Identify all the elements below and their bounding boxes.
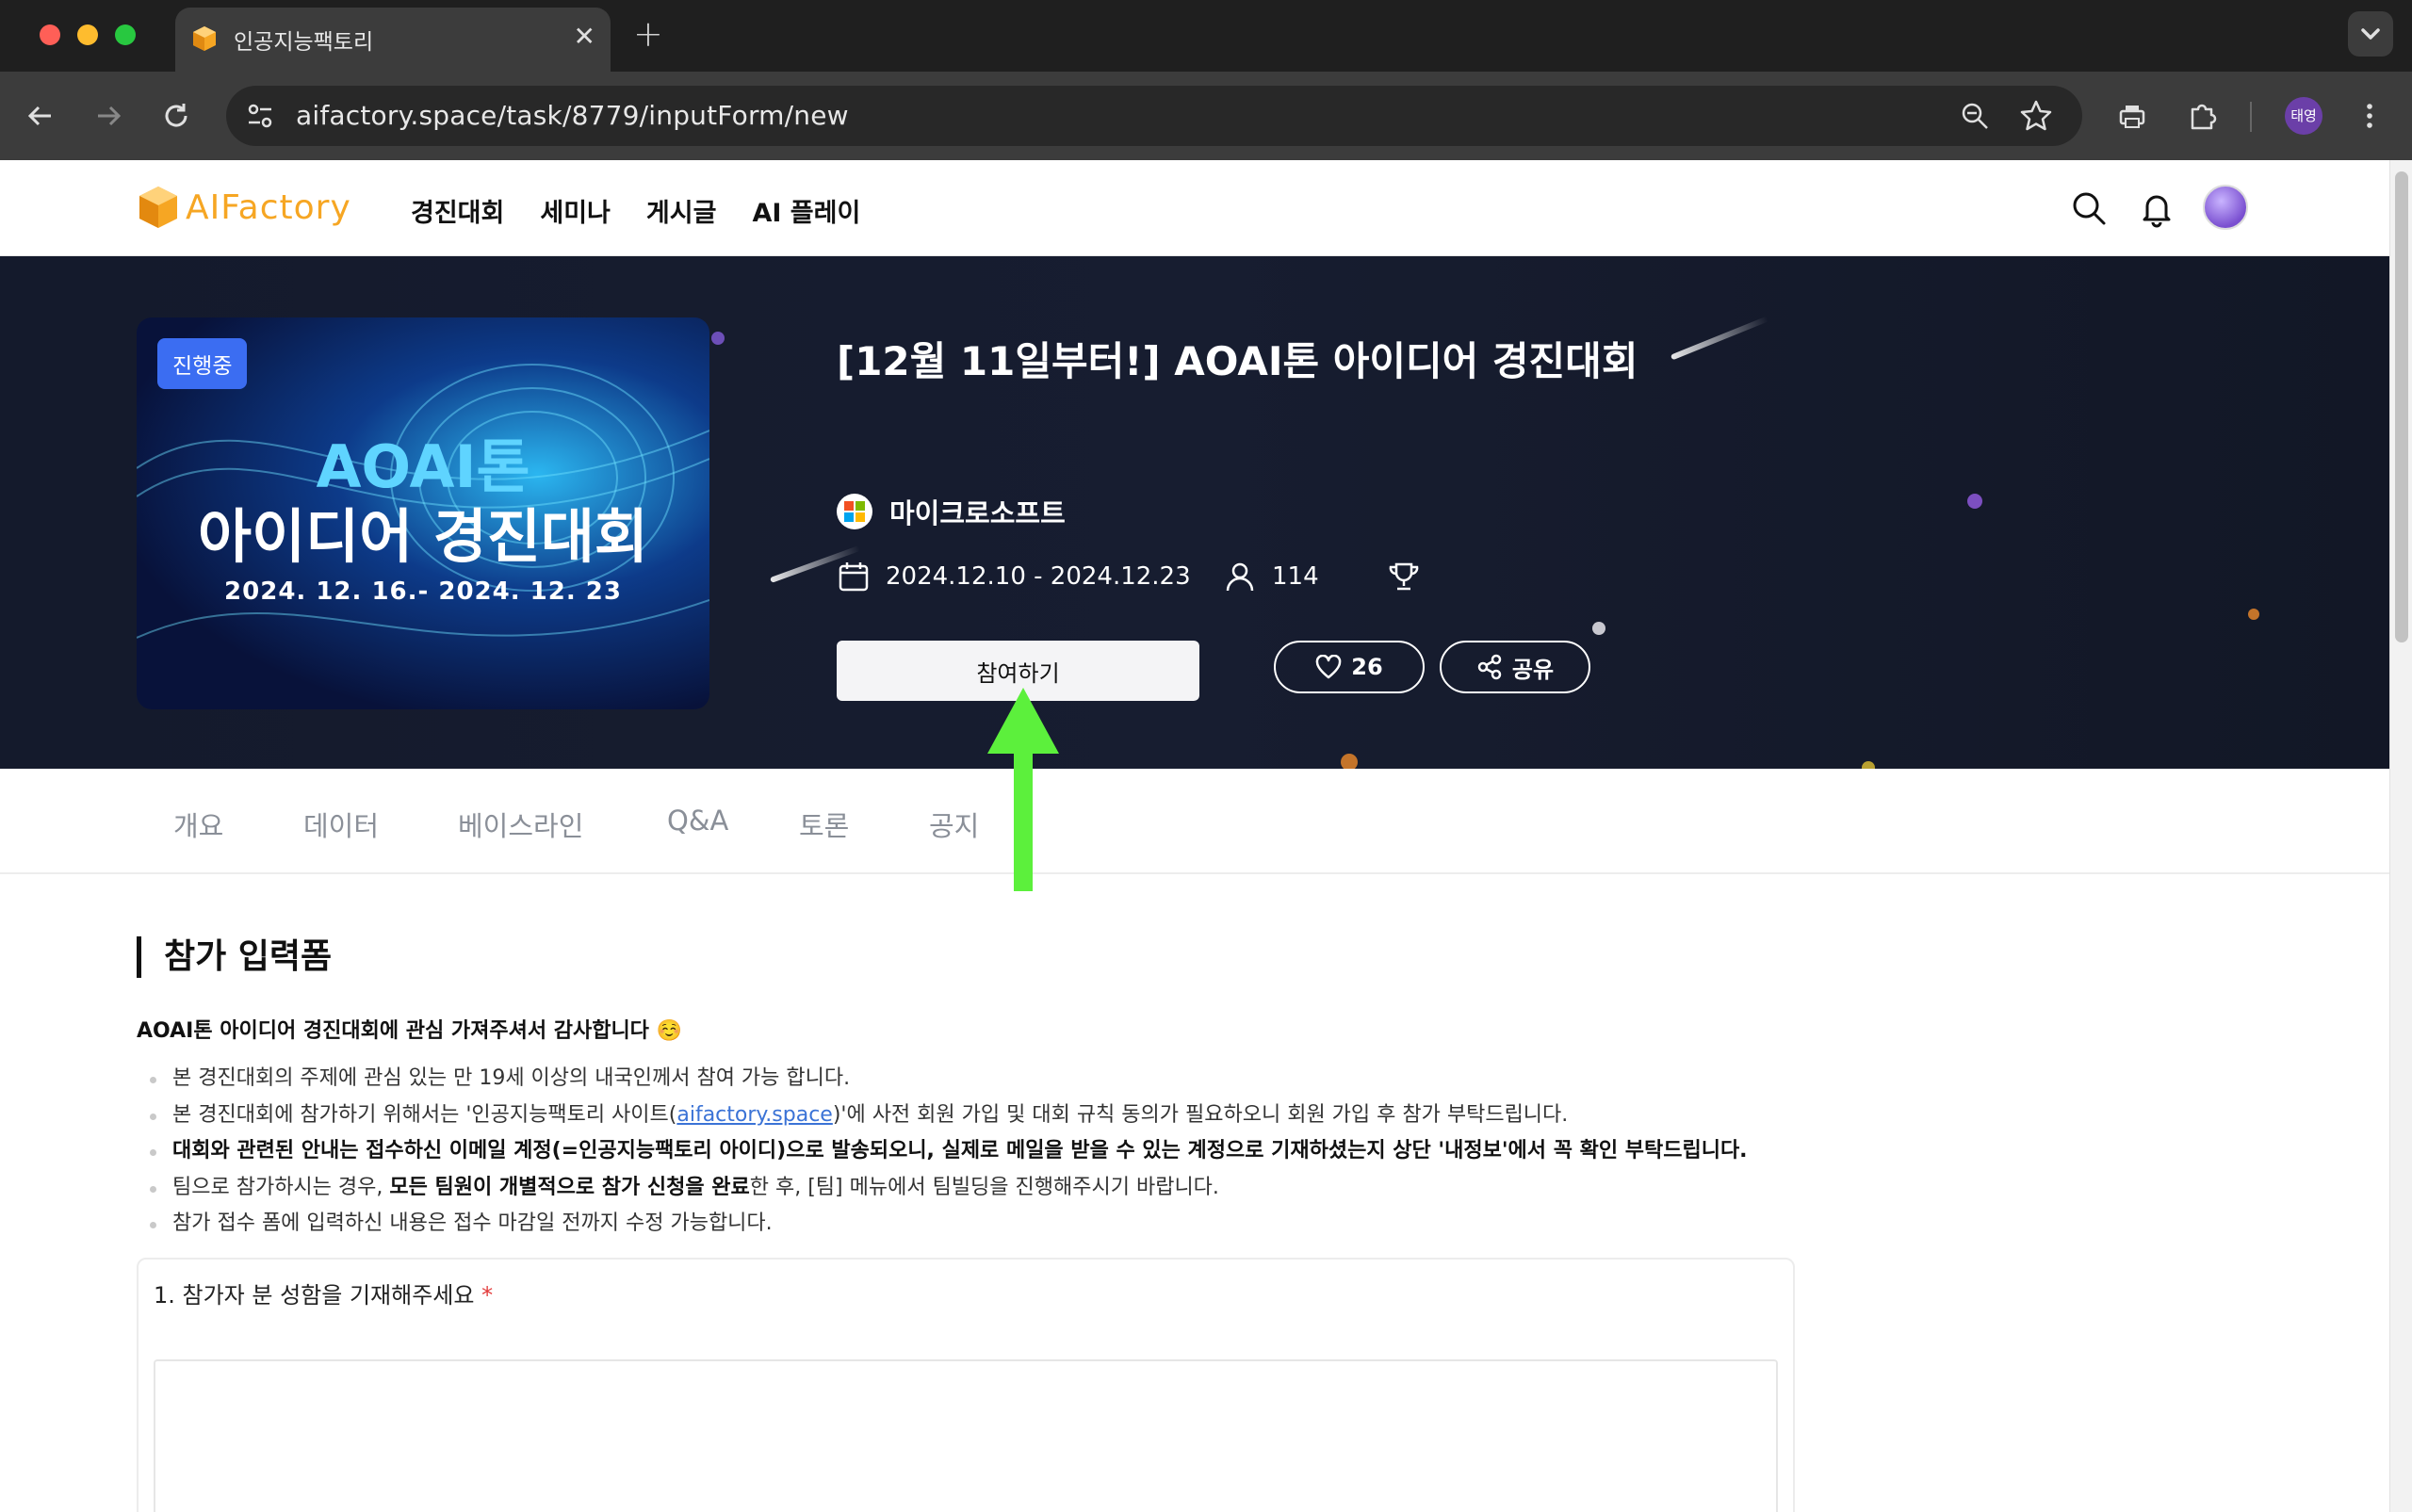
tab-baseline[interactable]: 베이스라인 (458, 805, 583, 844)
person-icon (1226, 562, 1254, 592)
browser-tab-strip: 인공지능팩토리 ✕ + (0, 0, 2412, 72)
list-item: 팀으로 참가하시는 경우, 모든 팀원이 개별적으로 참가 신청을 완료한 후,… (150, 1172, 1831, 1209)
microsoft-logo-icon (837, 494, 872, 529)
competition-poster: 진행중 AOAI톤 아이디어 경진대회 2024. 12. 16.- 2024.… (137, 317, 709, 709)
list-item: 참가 접수 폼에 입력하신 내용은 접수 마감일 전까지 수정 가능합니다. (150, 1208, 1831, 1244)
chevron-down-icon (2361, 28, 2380, 40)
tab-notice[interactable]: 공지 (929, 805, 979, 844)
notice-text: 본 경진대회에 참가하기 위해서는 '인공지능팩토리 사이트( (172, 1102, 677, 1127)
close-window-button[interactable] (40, 24, 60, 45)
notice-text: 팀으로 참가하시는 경우, (172, 1175, 390, 1199)
site-header: AIFactory 경진대회 세미나 게시글 AI 플레이 (0, 160, 2389, 256)
bell-icon[interactable] (2137, 188, 2176, 228)
competition-title: [12월 11일부터!] AOAI톤 아이디어 경진대회 (837, 338, 1638, 384)
back-arrow-icon[interactable] (23, 98, 58, 134)
host-name: 마이크로소프트 (889, 497, 1066, 529)
list-item: 대회와 관련된 안내는 접수하신 이메일 계정(=인공지능팩토리 아이디)으로 … (150, 1135, 1831, 1172)
prize-info[interactable] (1387, 560, 1436, 593)
decor-dot (1862, 761, 1875, 769)
reload-icon[interactable] (158, 98, 194, 134)
competition-period: 2024.12.10 - 2024.12.23 (886, 562, 1191, 591)
tab-title: 인공지능팩토리 (234, 30, 374, 55)
nav-item-ai-play[interactable]: AI 플레이 (752, 192, 860, 229)
list-item: 본 경진대회의 주제에 관심 있는 만 19세 이상의 내국인께서 참여 가능 … (150, 1063, 1831, 1099)
browser-toolbar: aifactory.space/task/8779/inputForm/new … (0, 72, 2412, 160)
aifactory-site-link[interactable]: aifactory.space (676, 1103, 832, 1127)
site-settings-icon[interactable] (243, 99, 277, 133)
main-nav: 경진대회 세미나 게시글 AI 플레이 (411, 192, 860, 229)
required-mark: * (481, 1282, 494, 1309)
share-icon (1477, 654, 1502, 680)
page-scrollbar[interactable] (2389, 160, 2412, 1512)
notice-list: 본 경진대회의 주제에 관심 있는 만 19세 이상의 내국인께서 참여 가능 … (150, 1063, 1831, 1244)
poster-title-line-2: 아이디어 경진대회 (198, 502, 648, 571)
aifactory-logo-icon (139, 187, 177, 228)
tab-data[interactable]: 데이터 (303, 805, 379, 844)
tab-qna[interactable]: Q&A (667, 805, 728, 837)
heart-icon (1316, 655, 1342, 679)
like-count: 26 (1351, 654, 1383, 680)
browser-profile-avatar[interactable]: 태영 (2285, 97, 2322, 135)
decor-dot (711, 332, 725, 345)
question-card: 1. 참가자 분 성함을 기재해주세요 * (137, 1258, 1795, 1512)
nav-item-seminars[interactable]: 세미나 (540, 192, 611, 229)
participants-info: 114 (1223, 560, 1319, 593)
forward-arrow-icon[interactable] (90, 98, 126, 134)
competition-hero: 진행중 AOAI톤 아이디어 경진대회 2024. 12. 16.- 2024.… (0, 256, 2389, 769)
new-tab-button[interactable]: + (633, 13, 663, 55)
notice-text: 참가 접수 폼에 입력하신 내용은 접수 마감일 전까지 수정 가능합니다. (172, 1211, 773, 1235)
form-section-title: 참가 입력폼 (137, 936, 332, 978)
user-avatar[interactable] (2203, 185, 2248, 230)
question-label: 1. 참가자 분 성함을 기재해주세요 * (154, 1276, 493, 1309)
notice-text: )'에 사전 회원 가입 및 대회 규칙 동의가 필요하오니 회원 가입 후 참… (832, 1102, 1569, 1127)
notice-text-bold: 모든 팀원이 개별적으로 참가 신청을 완료 (389, 1175, 750, 1199)
site-logo[interactable]: AIFactory (137, 185, 351, 230)
tab-search-button[interactable] (2348, 11, 2393, 57)
toolbar-separator (2250, 102, 2252, 132)
browser-tab-active[interactable]: 인공지능팩토리 ✕ (175, 8, 611, 72)
close-tab-icon[interactable]: ✕ (574, 21, 595, 52)
status-badge: 진행중 (157, 338, 248, 389)
bookmark-star-icon[interactable] (2018, 98, 2054, 134)
decor-dot (1967, 494, 1982, 509)
address-bar[interactable]: aifactory.space/task/8779/inputForm/new (226, 86, 2082, 146)
host-info: 마이크로소프트 (837, 492, 1066, 531)
nav-item-posts[interactable]: 게시글 (646, 192, 717, 229)
share-label: 공유 (1511, 656, 1555, 683)
search-icon[interactable] (2069, 188, 2109, 228)
decor-dot (1341, 754, 1358, 769)
annotation-arrow-up-icon (987, 688, 1059, 891)
name-answer-input[interactable] (154, 1359, 1778, 1512)
tab-discussion[interactable]: 토론 (799, 805, 849, 844)
competition-tabs: 개요 데이터 베이스라인 Q&A 토론 공지 (0, 769, 2389, 874)
decor-comet (1670, 316, 1769, 361)
zoom-icon[interactable] (1958, 99, 1992, 133)
participant-count: 114 (1272, 562, 1319, 591)
poster-dates: 2024. 12. 16.- 2024. 12. 23 (224, 577, 622, 606)
calendar-icon (839, 562, 869, 592)
like-button[interactable]: 26 (1274, 641, 1425, 693)
scrollbar-thumb[interactable] (2395, 171, 2408, 642)
minimize-window-button[interactable] (77, 24, 98, 45)
notice-text: 한 후, [팀] 메뉴에서 팀빌딩을 진행해주시기 바랍니다. (749, 1175, 1219, 1199)
decor-dot (1592, 622, 1605, 635)
printer-icon[interactable] (2114, 98, 2150, 134)
form-intro: AOAI톤 아이디어 경진대회에 관심 가져주셔서 감사합니다 ☺️ (137, 1019, 682, 1043)
aifactory-favicon-icon (193, 26, 216, 51)
trophy-icon[interactable] (1387, 560, 1421, 593)
period-info: 2024.12.10 - 2024.12.23 (837, 560, 1191, 593)
extensions-puzzle-icon[interactable] (2184, 98, 2220, 134)
nav-item-competitions[interactable]: 경진대회 (411, 192, 504, 229)
logo-text: AIFactory (186, 187, 351, 227)
kebab-menu-icon[interactable] (2352, 98, 2388, 134)
maximize-window-button[interactable] (115, 24, 136, 45)
question-text: 1. 참가자 분 성함을 기재해주세요 (154, 1282, 475, 1309)
url-text[interactable]: aifactory.space/task/8779/inputForm/new (296, 100, 849, 131)
list-item: 본 경진대회에 참가하기 위해서는 '인공지능팩토리 사이트(aifactory… (150, 1099, 1831, 1136)
notice-text-bold: 대회와 관련된 안내는 접수하신 이메일 계정(=인공지능팩토리 아이디)으로 … (172, 1139, 1748, 1162)
notice-text: 본 경진대회의 주제에 관심 있는 만 19세 이상의 내국인께서 참여 가능 … (172, 1066, 851, 1090)
share-button[interactable]: 공유 (1440, 641, 1590, 693)
tab-overview[interactable]: 개요 (173, 805, 223, 844)
decor-dot (2248, 609, 2259, 620)
